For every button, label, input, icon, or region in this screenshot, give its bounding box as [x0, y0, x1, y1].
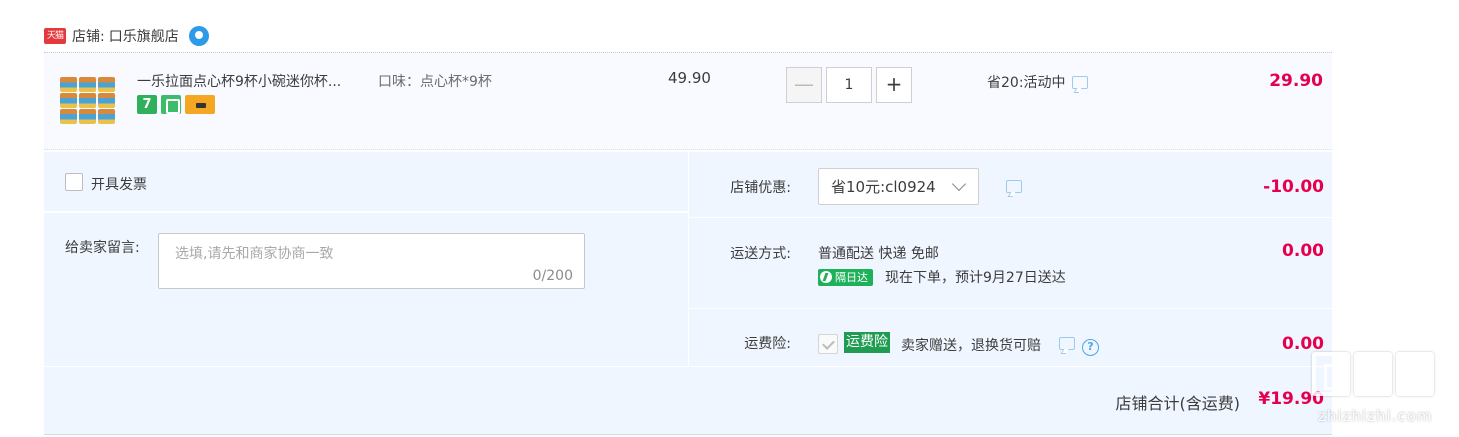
shop-name-link[interactable]: 口乐旗舰店 — [109, 26, 179, 46]
insurance-checkbox — [818, 334, 838, 354]
insurance-text: 卖家赠送，退换货可赔 ? — [901, 335, 1099, 356]
item-subtotal: 29.90 — [1269, 71, 1323, 91]
invoice-section: 开具发票 — [44, 152, 688, 212]
insurance-message-icon[interactable] — [1059, 337, 1076, 350]
shop-total-bar: 店铺合计(含运费) ¥19.90 — [44, 367, 1332, 435]
service-badges: 7 — [137, 95, 215, 114]
coupon-select[interactable]: 省10元:cl0924 — [818, 168, 979, 205]
credit-card-icon[interactable] — [185, 95, 215, 114]
increase-quantity-button[interactable]: + — [876, 67, 912, 103]
coupon-selected-value: 省10元:cl0924 — [831, 178, 936, 196]
promotion-text: 省20:活动中 — [987, 75, 1066, 91]
shipping-eta: 隔日达 现在下单，预计9月27日送达 — [818, 267, 1066, 287]
shop-header: 天猫 店铺: 口乐旗舰店 — [44, 22, 209, 50]
seller-note-textarea[interactable]: 选填,请先和商家协商一致 0/200 — [158, 233, 585, 289]
shipping-method: 普通配送 快递 免邮 — [818, 246, 939, 262]
lightning-icon — [820, 271, 832, 283]
quantity-input[interactable] — [826, 67, 872, 103]
shipping-eta-text: 现在下单，预计9月27日送达 — [885, 270, 1066, 286]
chevron-down-icon — [951, 176, 967, 192]
site-watermark: zhizhizhi.com — [1300, 352, 1450, 434]
help-icon[interactable]: ? — [1081, 339, 1099, 356]
product-thumbnail[interactable] — [58, 75, 120, 125]
coupon-message-icon[interactable] — [1006, 180, 1022, 193]
invoice-label[interactable]: 开具发票 — [91, 174, 147, 194]
coupon-label: 店铺优惠: — [730, 180, 791, 196]
insurance-label: 运费险: — [744, 336, 791, 352]
seller-note-label: 给卖家留言: — [65, 240, 140, 256]
watermark-logo — [1312, 352, 1434, 396]
promotion-info: 省20:活动中 — [987, 72, 1088, 92]
shop-label: 店铺: — [72, 29, 105, 45]
tmall-logo-icon: 天猫 — [44, 28, 66, 44]
decrease-quantity-button[interactable]: — — [786, 67, 822, 103]
coupon-amount: -10.00 — [1263, 177, 1324, 197]
insurance-tag: 运费险 — [844, 332, 890, 353]
shop-total-label: 店铺合计(含运费) — [1115, 394, 1241, 413]
invoice-checkbox[interactable] — [65, 173, 83, 191]
insurance-description: 卖家赠送，退换货可赔 — [901, 338, 1041, 354]
seven-day-return-icon[interactable]: 7 — [137, 95, 157, 114]
watermark-text: zhizhizhi.com — [1318, 407, 1433, 425]
product-title-link[interactable]: 一乐拉面点心杯9杯小碗迷你杯... — [137, 71, 341, 91]
seller-note-counter: 0/200 — [532, 268, 573, 284]
insurance-amount: 0.00 — [1282, 334, 1324, 354]
seller-note-placeholder: 选填,请先和商家协商一致 — [175, 246, 334, 262]
shipping-label: 运送方式: — [730, 246, 791, 262]
product-sku: 口味：点心杯*9杯 — [378, 74, 492, 90]
next-day-badge-text: 隔日达 — [835, 270, 868, 284]
wangwang-chat-icon[interactable] — [188, 26, 209, 46]
quality-guarantee-icon[interactable] — [161, 95, 181, 114]
cart-item-row: 一乐拉面点心杯9杯小碗迷你杯... 口味：点心杯*9杯 7 49.90 — + … — [44, 52, 1332, 150]
seller-note-section: 给卖家留言: 选填,请先和商家协商一致 0/200 — [44, 213, 688, 366]
quantity-stepper: — + — [786, 67, 912, 103]
shipping-amount: 0.00 — [1282, 241, 1324, 261]
order-options-panel: 店铺优惠: 省10元:cl0924 -10.00 运送方式: 普通配送 快递 免… — [689, 152, 1332, 366]
unit-price: 49.90 — [668, 69, 711, 87]
next-day-badge: 隔日达 — [818, 268, 873, 286]
message-icon[interactable] — [1071, 75, 1088, 89]
